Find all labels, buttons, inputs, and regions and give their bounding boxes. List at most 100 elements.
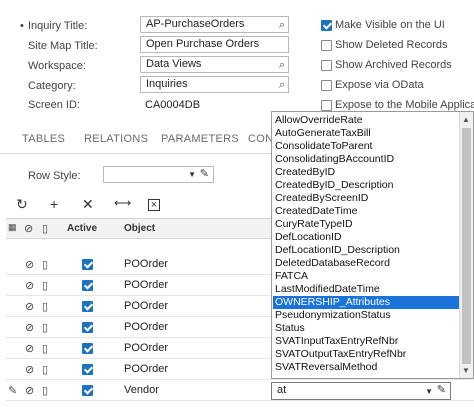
- dropdown-option[interactable]: CuryRateTypeID: [275, 218, 353, 231]
- tab-parameters[interactable]: PARAMETERS: [161, 133, 239, 145]
- add-icon[interactable]: +: [50, 196, 58, 212]
- sitemap-title-field[interactable]: Open Purchase Orders: [140, 36, 289, 53]
- category-label: Category:: [28, 80, 76, 92]
- dropdown-option[interactable]: AllowOverrideRate: [275, 114, 363, 127]
- attachment-icon[interactable]: ⊘: [25, 300, 34, 313]
- active-checkbox[interactable]: [82, 301, 93, 312]
- note-icon[interactable]: ▯: [42, 279, 48, 292]
- note-icon[interactable]: ▯: [42, 258, 48, 271]
- dropdown-option[interactable]: AutoGenerateTaxBill: [275, 127, 371, 140]
- row-style-label: Row Style:: [28, 170, 81, 182]
- dropdown-option[interactable]: FATCA: [275, 270, 308, 283]
- settings-grid-icon[interactable]: ▦: [8, 222, 17, 233]
- make-visible-label: Make Visible on the UI: [335, 19, 445, 31]
- field-dropdown-list[interactable]: AllowOverrideRate AutoGenerateTaxBill Co…: [271, 111, 474, 379]
- dropdown-option[interactable]: CreatedByScreenID: [275, 192, 368, 205]
- edit-row-icon: ✎: [8, 385, 18, 397]
- active-checkbox[interactable]: [82, 343, 93, 354]
- attachment-icon[interactable]: ⊘: [25, 384, 34, 397]
- inquiry-title-value: AP-PurchaseOrders: [146, 18, 245, 30]
- attachment-icon[interactable]: ⊘: [25, 279, 34, 292]
- tab-conditions[interactable]: CON: [248, 133, 273, 145]
- expose-mobile-checkbox[interactable]: [321, 100, 332, 111]
- dropdown-option[interactable]: LastModifiedDateTime: [275, 283, 380, 296]
- show-deleted-label: Show Deleted Records: [335, 39, 448, 51]
- fit-columns-icon[interactable]: ⟷: [114, 196, 131, 210]
- dropdown-option[interactable]: CreatedByID_Description: [275, 179, 393, 192]
- dropdown-option[interactable]: SVATInputTaxEntryRefNbr: [275, 335, 398, 348]
- note-icon[interactable]: ▯: [42, 363, 48, 376]
- tab-relations[interactable]: RELATIONS: [84, 133, 148, 145]
- chevron-down-icon[interactable]: ▼: [188, 167, 196, 182]
- active-checkbox[interactable]: [82, 364, 93, 375]
- row-style-select[interactable]: ▼ ✎: [103, 166, 214, 183]
- pencil-icon[interactable]: ✎: [437, 383, 446, 398]
- note-icon[interactable]: ▯: [42, 342, 48, 355]
- search-icon[interactable]: ⌕: [279, 58, 285, 72]
- col-active[interactable]: Active: [67, 223, 97, 234]
- scroll-up-arrow-icon[interactable]: ▲: [462, 115, 470, 124]
- active-checkbox[interactable]: [82, 322, 93, 333]
- attachment-icon[interactable]: ⊘: [25, 342, 34, 355]
- field-combo-value: at: [277, 384, 287, 396]
- inquiry-title-label: Inquiry Title:: [28, 20, 88, 32]
- scrollbar-thumb[interactable]: [462, 128, 471, 364]
- dropdown-option[interactable]: CreatedDateTime: [275, 205, 357, 218]
- expose-mobile-label: Expose to the Mobile Application: [335, 99, 474, 111]
- show-deleted-checkbox[interactable]: [321, 40, 332, 51]
- category-value: Inquiries: [146, 78, 188, 90]
- object-cell: POOrder: [124, 258, 169, 270]
- attachment-icon[interactable]: ⊘: [25, 363, 34, 376]
- search-icon[interactable]: ⌕: [279, 18, 285, 32]
- attachment-icon[interactable]: ⊘: [25, 258, 34, 271]
- show-archived-label: Show Archived Records: [335, 59, 452, 71]
- dropdown-option[interactable]: DeletedDatabaseRecord: [275, 257, 390, 270]
- dropdown-option[interactable]: ConsolidateToParent: [275, 140, 372, 153]
- attachment-icon: ⊘: [24, 223, 34, 235]
- dropdown-option[interactable]: CreatedByID: [275, 166, 335, 179]
- dropdown-option-selected[interactable]: OWNERSHIP_Attributes: [273, 296, 459, 309]
- dropdown-option[interactable]: SVATReversalMethod: [275, 361, 377, 374]
- pencil-icon[interactable]: ✎: [200, 167, 209, 182]
- search-icon[interactable]: ⌕: [279, 78, 285, 92]
- chevron-down-icon[interactable]: ▼: [425, 384, 433, 399]
- note-icon: ▯: [42, 223, 49, 235]
- show-archived-checkbox[interactable]: [321, 60, 332, 71]
- note-icon[interactable]: ▯: [42, 384, 48, 397]
- expose-odata-checkbox[interactable]: [321, 80, 332, 91]
- delete-icon[interactable]: ✕: [82, 196, 94, 213]
- scroll-down-arrow-icon[interactable]: ▼: [462, 366, 470, 375]
- object-cell: POOrder: [124, 342, 169, 354]
- object-cell: POOrder: [124, 279, 169, 291]
- inquiry-title-field[interactable]: AP-PurchaseOrders ⌕: [140, 16, 289, 33]
- make-visible-checkbox[interactable]: [321, 20, 332, 31]
- tab-tables[interactable]: TABLES: [22, 133, 65, 145]
- dropdown-option[interactable]: DefLocationID_Description: [275, 244, 400, 257]
- object-cell: POOrder: [124, 363, 169, 375]
- dropdown-scrollbar[interactable]: ▲ ▼: [459, 112, 473, 378]
- active-checkbox[interactable]: [82, 280, 93, 291]
- category-field[interactable]: Inquiries ⌕: [140, 76, 289, 93]
- object-cell: POOrder: [124, 300, 169, 312]
- field-combo-input[interactable]: at ▼ ✎: [271, 382, 451, 400]
- col-object[interactable]: Object: [124, 223, 155, 234]
- screen-id-label: Screen ID:: [28, 99, 80, 111]
- sitemap-title-value: Open Purchase Orders: [146, 38, 260, 50]
- note-icon[interactable]: ▯: [42, 321, 48, 334]
- workspace-field[interactable]: Data Views ⌕: [140, 56, 289, 73]
- active-checkbox[interactable]: [82, 385, 93, 396]
- attachment-icon[interactable]: ⊘: [25, 321, 34, 334]
- object-cell: POOrder: [124, 321, 169, 333]
- object-cell: Vendor: [124, 384, 159, 396]
- workspace-value: Data Views: [146, 58, 202, 70]
- dropdown-option[interactable]: SVATOutputTaxEntryRefNbr: [275, 348, 406, 361]
- dropdown-option[interactable]: PseudonymizationStatus: [275, 309, 391, 322]
- refresh-icon[interactable]: ↻: [16, 196, 28, 213]
- dropdown-option[interactable]: Status: [275, 322, 305, 335]
- note-icon[interactable]: ▯: [42, 300, 48, 313]
- export-excel-icon[interactable]: ×: [148, 199, 160, 211]
- active-checkbox[interactable]: [82, 259, 93, 270]
- dropdown-option[interactable]: ConsolidatingBAccountID: [275, 153, 394, 166]
- expose-odata-label: Expose via OData: [335, 79, 424, 91]
- dropdown-option[interactable]: DefLocationID: [275, 231, 342, 244]
